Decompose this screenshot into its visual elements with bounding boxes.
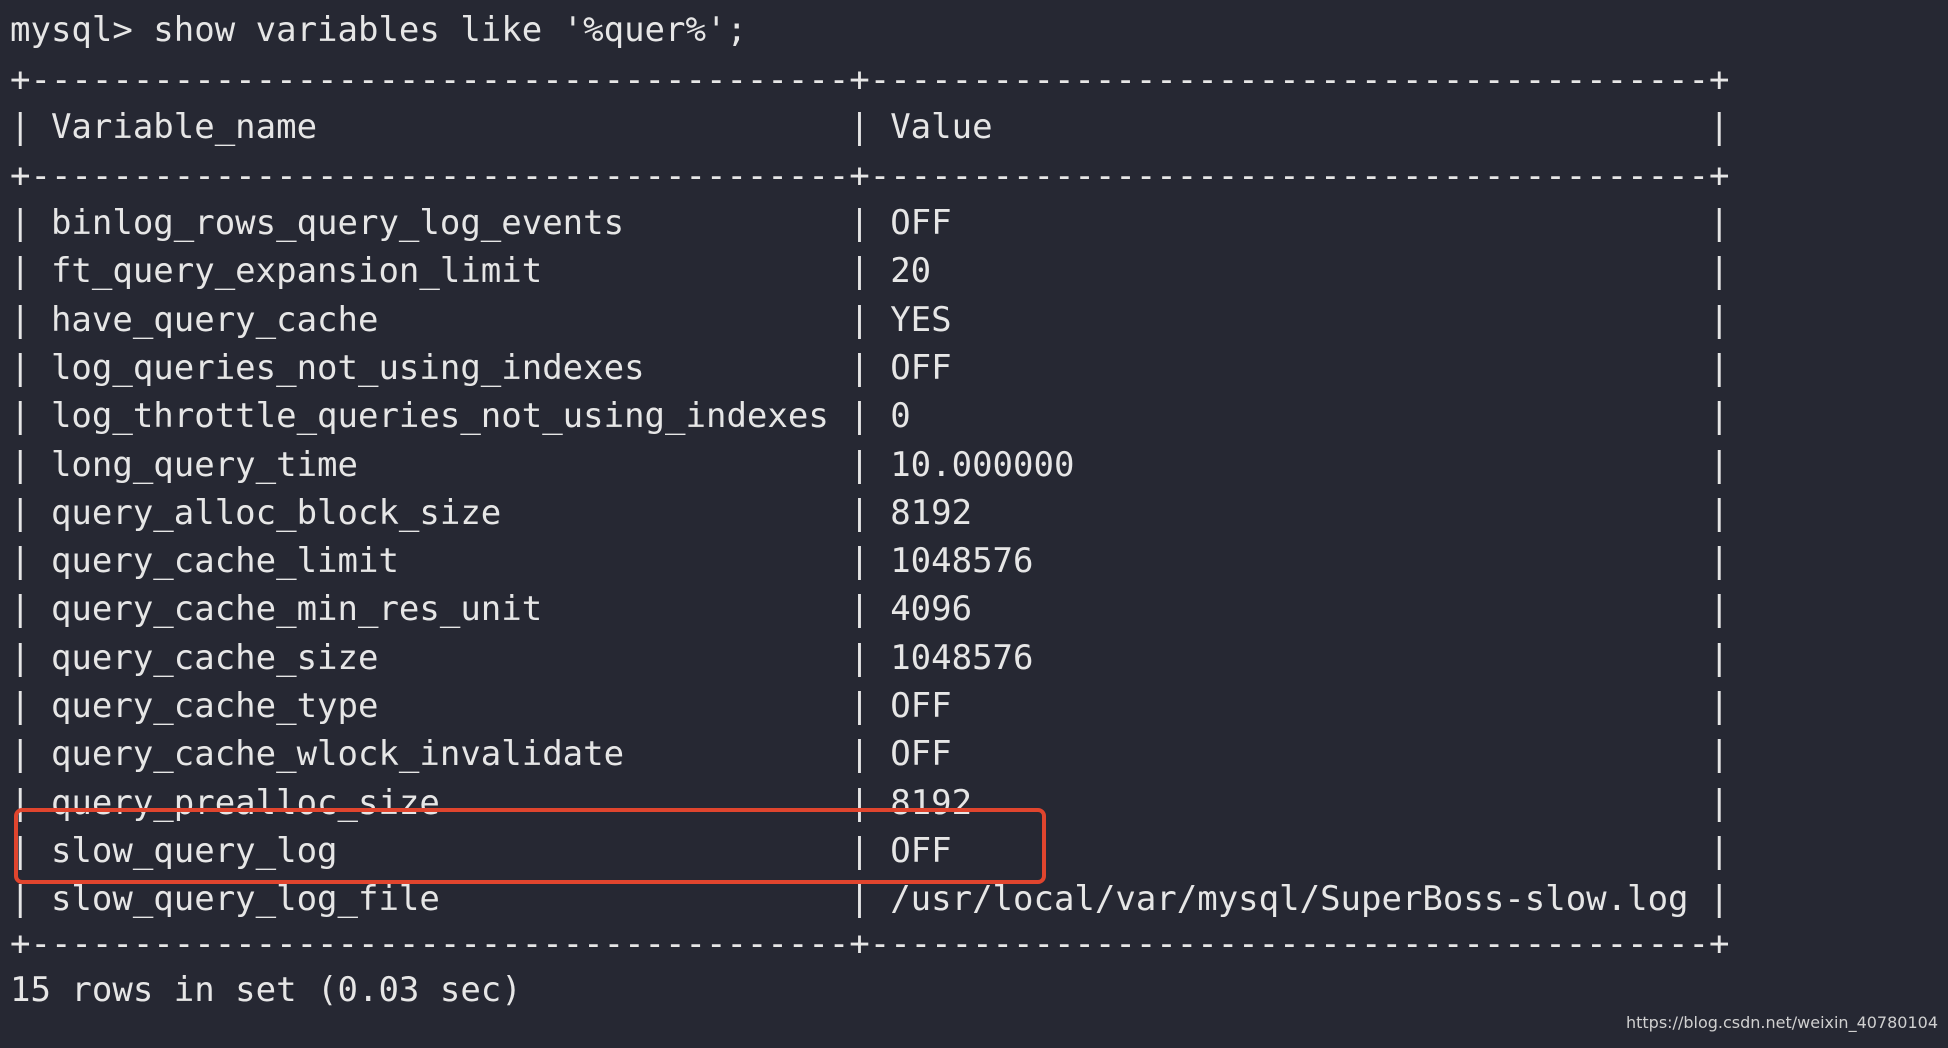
table-row: | query_cache_type | OFF | bbox=[10, 686, 1730, 726]
table-row: | query_cache_limit | 1048576 | bbox=[10, 541, 1730, 582]
table-border-header: +---------------------------------------… bbox=[10, 156, 1730, 196]
table-row: | slow_query_log_file | /usr/local/var/m… bbox=[10, 879, 1730, 920]
table-row: | binlog_rows_query_log_events | OFF | bbox=[10, 203, 1730, 243]
table-border-top: +---------------------------------------… bbox=[10, 60, 1730, 100]
table-row: | query_alloc_block_size | 8192 | bbox=[10, 492, 1730, 533]
table-border-bottom: +---------------------------------------… bbox=[10, 924, 1730, 964]
table-row: | query_cache_size | 1048576 | bbox=[10, 637, 1730, 678]
highlight-annotation-box bbox=[14, 808, 1046, 884]
table-row: | long_query_time | 10.000000 | bbox=[10, 444, 1730, 485]
command-line: mysql> show variables like '%quer%'; bbox=[10, 10, 747, 50]
table-row: | query_cache_wlock_invalidate | OFF | bbox=[10, 734, 1730, 775]
table-header-row: | Variable_name | Value | bbox=[10, 107, 1730, 147]
result-summary: 15 rows in set (0.03 sec) bbox=[10, 970, 522, 1010]
table-row: | log_queries_not_using_indexes | OFF | bbox=[10, 347, 1730, 388]
watermark: https://blog.csdn.net/weixin_40780104 bbox=[1625, 1013, 1938, 1032]
table-row: | have_query_cache | YES | bbox=[10, 299, 1730, 340]
table-row: | log_throttle_queries_not_using_indexes… bbox=[10, 396, 1730, 437]
terminal-window[interactable]: mysql> show variables like '%quer%'; +--… bbox=[0, 0, 1948, 1048]
table-row: | query_cache_min_res_unit | 4096 | bbox=[10, 589, 1730, 630]
table-row: | ft_query_expansion_limit | 20 | bbox=[10, 251, 1730, 292]
